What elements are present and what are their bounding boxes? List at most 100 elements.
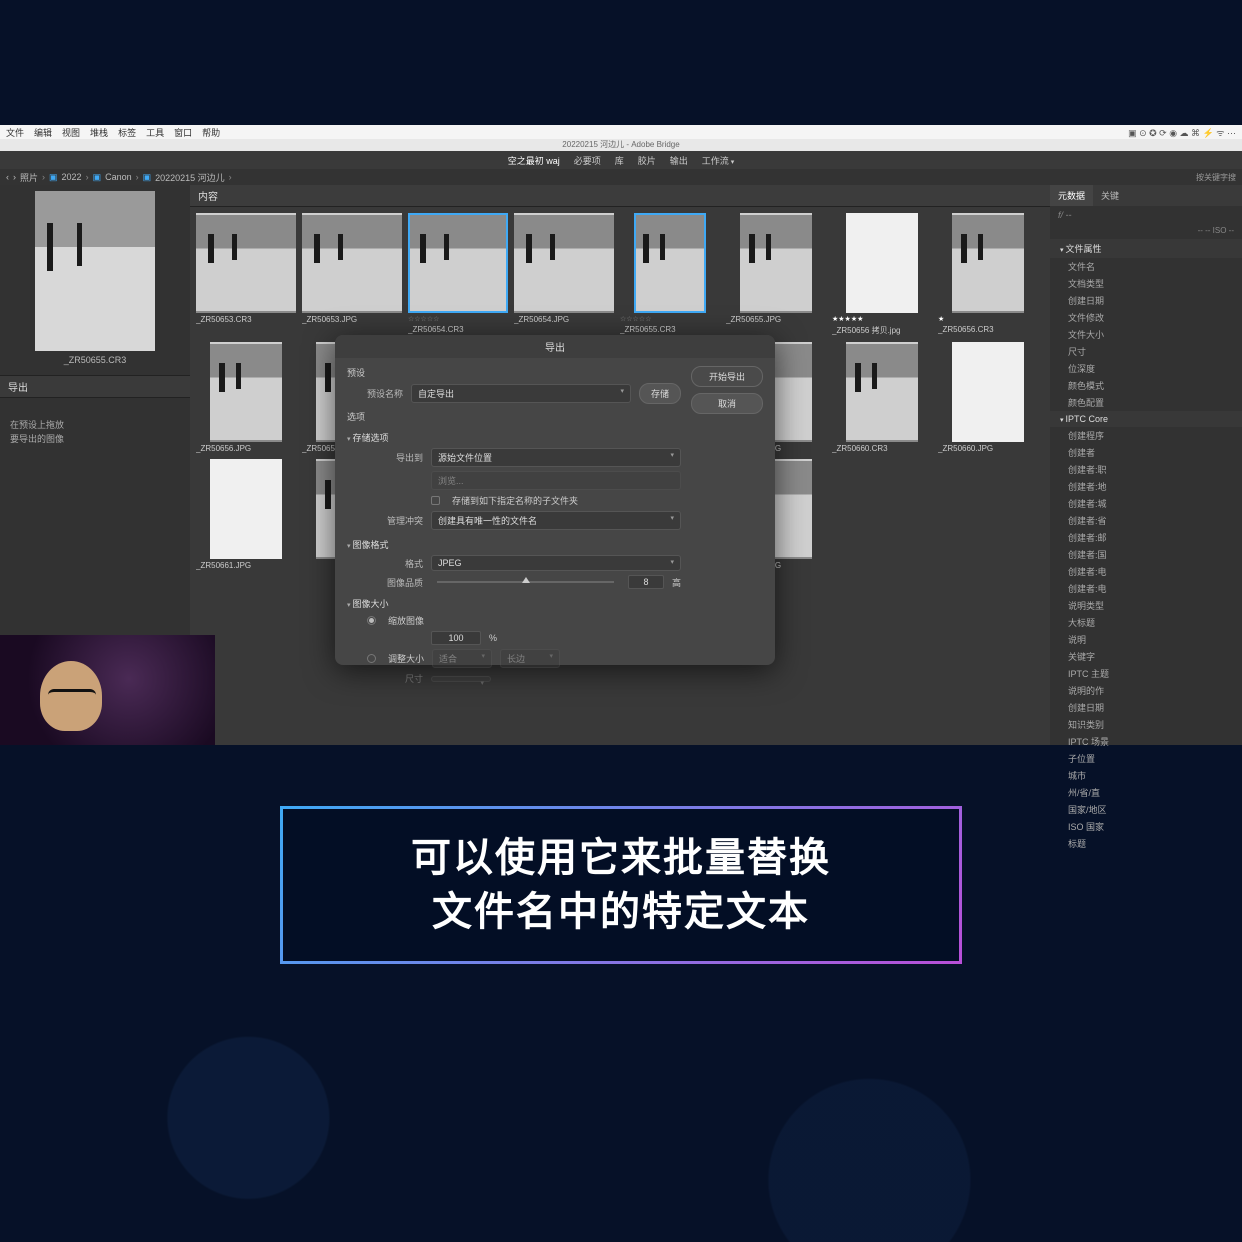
metadata-field[interactable]: 子位置 xyxy=(1050,750,1242,767)
menu-view[interactable]: 视图 xyxy=(62,126,80,139)
metadata-field[interactable]: 标题 xyxy=(1050,835,1242,852)
quality-slider[interactable] xyxy=(437,581,614,583)
conflict-select[interactable]: 创建具有唯一性的文件名 xyxy=(431,511,681,530)
metadata-field[interactable]: 创建者 xyxy=(1050,444,1242,461)
thumbnail[interactable]: _ZR50654.JPG xyxy=(514,213,614,336)
metadata-group[interactable]: 文件属性 xyxy=(1050,239,1242,258)
metadata-panel: 元数据 关键 f/ -- -- -- ISO -- 文件属性文件名文档类型创建日… xyxy=(1050,185,1242,745)
crumb-current[interactable]: 20220215 河边儿 xyxy=(155,171,225,184)
thumbnail-filename: _ZR50661.JPG xyxy=(196,561,296,570)
tab-workflow[interactable]: 工作流 xyxy=(702,154,734,167)
crumb-canon[interactable]: Canon xyxy=(105,172,132,182)
window-title: 20220215 河边儿 - Adobe Bridge xyxy=(0,139,1242,151)
tab-filmstrip[interactable]: 胶片 xyxy=(638,154,656,167)
thumbnail[interactable]: _ZR50653.JPG xyxy=(302,213,402,336)
subfolder-checkbox[interactable] xyxy=(431,496,440,505)
thumbnail[interactable]: _ZR50656.JPG xyxy=(196,342,296,453)
thumbnail[interactable]: ★★★★★_ZR50656 拷贝.jpg xyxy=(832,213,932,336)
thumbnail[interactable]: _ZR50653.CR3 xyxy=(196,213,296,336)
cancel-button[interactable]: 取消 xyxy=(691,393,763,414)
tab-output[interactable]: 输出 xyxy=(670,154,688,167)
tab-keywords[interactable]: 关键 xyxy=(1093,185,1127,206)
metadata-field[interactable]: 创建者:省 xyxy=(1050,512,1242,529)
metadata-field[interactable]: 尺寸 xyxy=(1050,343,1242,360)
metadata-field[interactable]: 关键字 xyxy=(1050,648,1242,665)
metadata-field[interactable]: IPTC 主题 xyxy=(1050,665,1242,682)
quality-value[interactable]: 8 xyxy=(628,575,664,589)
metadata-field[interactable]: 创建者:职 xyxy=(1050,461,1242,478)
thumbnail[interactable]: ★_ZR50656.CR3 xyxy=(938,213,1038,336)
menu-label[interactable]: 标签 xyxy=(118,126,136,139)
thumbnail[interactable]: _ZR50655.JPG xyxy=(726,213,826,336)
section-image-format[interactable]: 图像格式 xyxy=(347,538,681,551)
section-image-size[interactable]: 图像大小 xyxy=(347,597,681,610)
metadata-field[interactable]: 文档类型 xyxy=(1050,275,1242,292)
metadata-field[interactable]: ISO 国家 xyxy=(1050,818,1242,835)
metadata-field[interactable]: 说明 xyxy=(1050,631,1242,648)
rating[interactable]: ☆☆☆☆☆ xyxy=(408,315,508,323)
macos-menubar: 文件 编辑 视图 堆栈 标签 工具 窗口 帮助 ▣ ⊙ ✪ ⟳ ◉ ☁ ⌘ ⚡ … xyxy=(0,125,1242,139)
menu-edit[interactable]: 编辑 xyxy=(34,126,52,139)
metadata-field[interactable]: 创建者:地 xyxy=(1050,478,1242,495)
workspace-tabbar: 空之最初 waj 必要项 库 胶片 输出 工作流 xyxy=(0,151,1242,169)
thumbnail[interactable]: _ZR50661.JPG xyxy=(196,459,296,570)
metadata-field[interactable]: IPTC 场景 xyxy=(1050,733,1242,750)
back-icon[interactable]: ‹ xyxy=(6,172,9,182)
thumbnail[interactable]: _ZR50660.JPG xyxy=(938,342,1038,453)
thumbnail[interactable]: ☆☆☆☆☆_ZR50655.CR3 xyxy=(620,213,720,336)
metadata-field[interactable]: 创建者:城 xyxy=(1050,495,1242,512)
thumbnail[interactable]: ☆☆☆☆☆_ZR50654.CR3 xyxy=(408,213,508,336)
resize-radio[interactable] xyxy=(367,654,376,663)
menu-file[interactable]: 文件 xyxy=(6,126,24,139)
metadata-field[interactable]: 城市 xyxy=(1050,767,1242,784)
export-to-select[interactable]: 源始文件位置 xyxy=(431,448,681,467)
metadata-field[interactable]: 创建者:电 xyxy=(1050,563,1242,580)
metadata-field[interactable]: 位深度 xyxy=(1050,360,1242,377)
crumb-year[interactable]: 2022 xyxy=(62,172,82,182)
preview-thumbnail[interactable] xyxy=(35,191,155,351)
fwd-icon[interactable]: › xyxy=(13,172,16,182)
start-export-button[interactable]: 开始导出 xyxy=(691,366,763,387)
rating[interactable]: ☆☆☆☆☆ xyxy=(620,315,720,323)
section-save-options[interactable]: 存储选项 xyxy=(347,431,681,444)
tab-libraries[interactable]: 库 xyxy=(615,154,624,167)
tab-essentials[interactable]: 必要项 xyxy=(574,154,601,167)
metadata-field[interactable]: 大标题 xyxy=(1050,614,1242,631)
metadata-field[interactable]: 创建日期 xyxy=(1050,292,1242,309)
metadata-group[interactable]: IPTC Core xyxy=(1050,411,1242,427)
preset-name-select[interactable]: 自定导出 xyxy=(411,384,631,403)
metadata-field[interactable]: 颜色配置 xyxy=(1050,394,1242,411)
metadata-field[interactable]: 国家/地区 xyxy=(1050,801,1242,818)
metadata-field[interactable]: 说明的作 xyxy=(1050,682,1242,699)
metadata-field[interactable]: 知识类别 xyxy=(1050,716,1242,733)
format-label: 格式 xyxy=(367,557,423,570)
menu-help[interactable]: 帮助 xyxy=(202,126,220,139)
scale-percent-input[interactable]: 100 xyxy=(431,631,481,645)
metadata-field[interactable]: 州/省/直 xyxy=(1050,784,1242,801)
metadata-field[interactable]: 文件名 xyxy=(1050,258,1242,275)
metadata-field[interactable]: 创建者:邮 xyxy=(1050,529,1242,546)
workspace-name[interactable]: 空之最初 waj xyxy=(508,154,560,167)
menu-stack[interactable]: 堆栈 xyxy=(90,126,108,139)
metadata-field[interactable]: 文件大小 xyxy=(1050,326,1242,343)
crumb-root[interactable]: 照片 xyxy=(20,171,38,184)
save-button[interactable]: 存储 xyxy=(639,383,681,404)
metadata-field[interactable]: 创建程序 xyxy=(1050,427,1242,444)
metadata-field[interactable]: 说明类型 xyxy=(1050,597,1242,614)
menu-tools[interactable]: 工具 xyxy=(146,126,164,139)
export-panel-header[interactable]: 导出 xyxy=(0,375,190,398)
menu-window[interactable]: 窗口 xyxy=(174,126,192,139)
subtitle-overlay: 可以使用它来批量替换 文件名中的特定文本 xyxy=(280,806,962,964)
tab-metadata[interactable]: 元数据 xyxy=(1050,185,1093,206)
metadata-field[interactable]: 颜色模式 xyxy=(1050,377,1242,394)
metadata-field[interactable]: 文件修改 xyxy=(1050,309,1242,326)
rating[interactable]: ★★★★★ xyxy=(832,315,932,323)
metadata-field[interactable]: 创建日期 xyxy=(1050,699,1242,716)
metadata-field[interactable]: 创建者:电 xyxy=(1050,580,1242,597)
format-select[interactable]: JPEG xyxy=(431,555,681,571)
rating[interactable]: ★ xyxy=(938,315,1038,323)
scale-radio[interactable] xyxy=(367,616,376,625)
thumbnail[interactable]: _ZR50660.CR3 xyxy=(832,342,932,453)
metadata-field[interactable]: 创建者:国 xyxy=(1050,546,1242,563)
search-input[interactable]: 按关键字搜 xyxy=(1196,172,1236,183)
